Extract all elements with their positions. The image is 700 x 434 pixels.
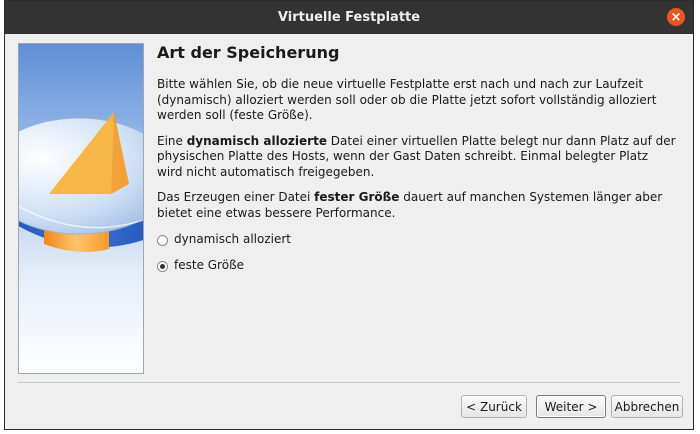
radio-dynamic[interactable]: [157, 234, 168, 246]
window-title: Virtuelle Festplatte: [277, 10, 421, 25]
dialog-window: Virtuelle Festplatte × Art der Speicheru…: [4, 0, 694, 430]
wizard-content: Art der Speicherung Bitte wählen Sie, ob…: [157, 43, 677, 283]
title-bar[interactable]: Virtuelle Festplatte ×: [5, 1, 693, 34]
radio-selected-dot: [160, 263, 165, 269]
option-dynamic[interactable]: dynamisch alloziert: [157, 231, 677, 249]
dynamic-desc-pre: Eine: [157, 133, 187, 148]
dynamic-desc-bold: dynamisch allozierte: [186, 133, 327, 148]
fixed-desc-bold: fester Größe: [314, 190, 400, 204]
next-button[interactable]: Weiter >: [536, 395, 606, 418]
cancel-button[interactable]: Abbrechen: [611, 395, 683, 418]
fixed-desc-pre: Das Erzeugen einer Datei: [157, 190, 315, 204]
button-separator: [18, 382, 680, 383]
page-title: Art der Speicherung: [157, 43, 340, 62]
close-icon[interactable]: ×: [667, 8, 685, 26]
radio-fixed[interactable]: [157, 260, 168, 272]
option-fixed[interactable]: feste Größe: [157, 257, 677, 275]
close-glyph: ×: [670, 9, 682, 25]
fixed-description: Das Erzeugen einer Datei fester Größe da…: [157, 190, 677, 221]
dynamic-description: Eine dynamisch allozierte Datei einer vi…: [157, 134, 677, 181]
wizard-illustration: [18, 43, 144, 374]
option-fixed-label[interactable]: feste Größe: [174, 258, 244, 274]
back-button[interactable]: < Zurück: [461, 395, 527, 418]
option-dynamic-label[interactable]: dynamisch alloziert: [174, 232, 291, 248]
disk-illustration-icon: [19, 44, 143, 373]
intro-paragraph: Bitte wählen Sie, ob die neue virtuelle …: [157, 77, 657, 122]
